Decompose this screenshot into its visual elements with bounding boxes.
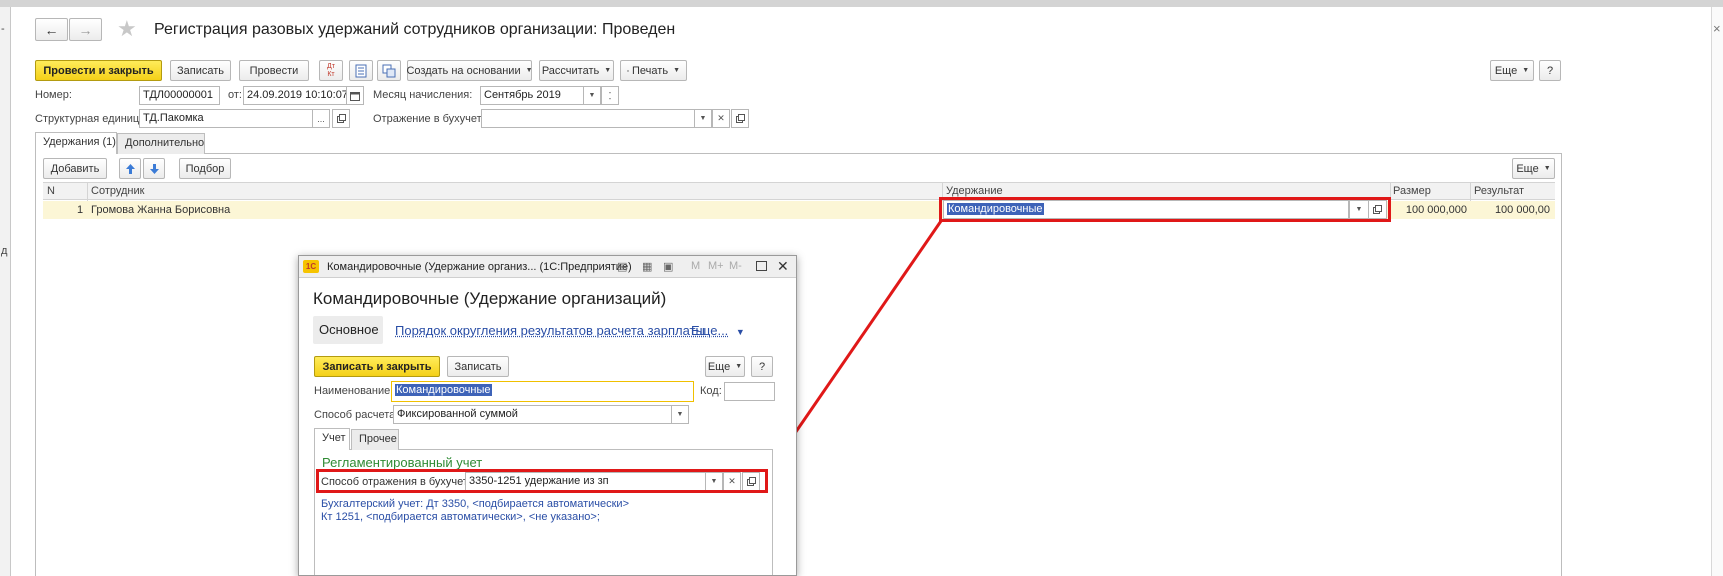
name-value: Командировочные (395, 384, 492, 396)
name-field[interactable]: Командировочные (391, 381, 694, 402)
nav-more-link[interactable]: Еще... ▼ (691, 323, 745, 338)
annotation-arrow (767, 220, 943, 473)
calc-method-field[interactable]: Фиксированной суммой (393, 405, 672, 424)
print-preview-icon[interactable]: ▤ (617, 260, 627, 273)
memory-minus-icon[interactable]: M- (729, 260, 742, 272)
accounting-info-line[interactable]: Кт 1251, <подбирается автоматически>, <н… (321, 511, 600, 523)
name-label: Наименование: (314, 385, 394, 397)
code-field[interactable] (724, 382, 775, 401)
accounting-info-line[interactable]: Бухгалтерский учет: Дт 3350, <подбираетс… (321, 498, 629, 510)
dialog-titlebar: 1С Командировочные (Удержание организ...… (299, 256, 796, 278)
nav-rounding-link[interactable]: Порядок округления результатов расчета з… (395, 323, 705, 338)
dialog-window-title: Командировочные (Удержание организ... (1… (327, 261, 632, 273)
memory-plus-icon[interactable]: M+ (708, 260, 724, 272)
memory-icon[interactable]: M (691, 260, 700, 272)
dialog-tab-other[interactable]: Прочее (351, 429, 399, 450)
calendar-icon[interactable]: ▣ (663, 260, 673, 273)
close-icon[interactable]: ✕ (777, 258, 789, 275)
nav-main[interactable]: Основное (313, 316, 383, 344)
maximize-icon[interactable] (756, 261, 767, 271)
highlight-reflection-field (316, 469, 768, 493)
nav-more-label: Еще... (691, 323, 729, 338)
dialog-more-button[interactable]: Еще ▼ (705, 356, 745, 377)
dialog-save-button[interactable]: Записать (447, 356, 509, 377)
chevron-down-icon: ▼ (676, 411, 684, 418)
dialog-more-label: Еще (707, 360, 731, 373)
chevron-down-icon: ▼ (735, 363, 743, 370)
dialog-heading: Командировочные (Удержание организаций) (313, 289, 667, 308)
dialog-tab-accounting[interactable]: Учет (314, 428, 350, 450)
code-label: Код: (700, 385, 722, 397)
dialog-help-button[interactable]: ? (751, 356, 773, 377)
1c-logo-icon: 1С (303, 260, 319, 273)
calculator-icon[interactable]: ▦ (642, 260, 652, 273)
dialog-save-close-button[interactable]: Записать и закрыть (314, 356, 440, 377)
deduction-dialog: 1С Командировочные (Удержание организ...… (298, 255, 797, 576)
calc-method-label: Способ расчета: (314, 409, 399, 421)
calc-method-dropdown-button[interactable]: ▼ (671, 405, 689, 424)
regulated-accounting-group-title: Регламентированный учет (322, 455, 483, 470)
chevron-down-icon: ▼ (735, 327, 745, 337)
